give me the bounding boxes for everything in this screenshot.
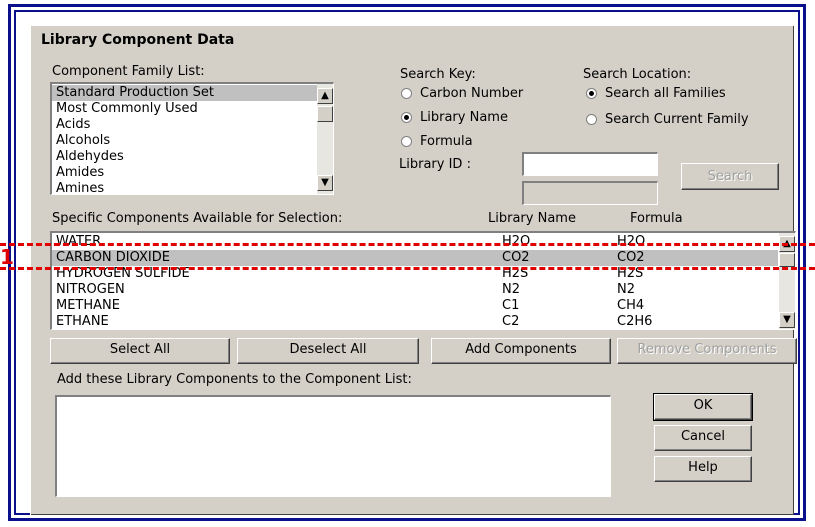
component-library: N2 [502, 282, 520, 297]
scroll-down-icon[interactable]: ▼ [779, 312, 795, 328]
search-location-label: Search Location: [583, 67, 692, 82]
family-list-item[interactable]: Amides [52, 165, 333, 181]
component-name: WATER [56, 234, 102, 249]
radio-circle-icon[interactable] [401, 88, 412, 99]
component-library: CO2 [502, 250, 530, 265]
radio-label: Search all Families [605, 86, 726, 101]
components-label: Specific Components Available for Select… [52, 211, 343, 226]
cancel-button[interactable]: Cancel [654, 425, 752, 451]
family-list-item[interactable]: Aldehydes [52, 149, 333, 165]
component-formula: H2O [617, 234, 646, 249]
add-list-label: Add these Library Components to the Comp… [57, 372, 412, 387]
radio-label: Library Name [420, 110, 508, 125]
component-formula: C2H6 [617, 314, 653, 329]
component-formula: N2 [617, 282, 635, 297]
col-formula: Formula [630, 211, 683, 226]
family-list-item[interactable]: Acids [52, 117, 333, 133]
components-scrollbar[interactable]: ▲ ▼ [779, 233, 795, 329]
family-list-item[interactable]: Amines [52, 181, 333, 194]
annotation-number: 1 [0, 245, 14, 269]
scroll-up-icon[interactable]: ▲ [317, 88, 333, 104]
component-row[interactable]: CARBON DIOXIDE CO2 CO2 [52, 250, 778, 266]
scroll-down-icon[interactable]: ▼ [317, 175, 333, 191]
radio-circle-icon[interactable] [586, 114, 597, 125]
ok-button[interactable]: OK [653, 393, 753, 421]
library-id-secondary-field [522, 181, 658, 205]
radio-label: Formula [420, 134, 473, 149]
search-button[interactable]: Search [681, 163, 779, 190]
library-id-label: Library ID : [399, 157, 471, 172]
search-key-radio-carbon-number[interactable]: Carbon Number [401, 86, 523, 101]
search-location-radio-search-current-family[interactable]: Search Current Family [586, 112, 749, 127]
radio-label: Carbon Number [420, 86, 524, 101]
family-list-item[interactable]: Alcohols [52, 133, 333, 149]
component-library: C1 [502, 298, 520, 313]
family-list-item[interactable]: Most Commonly Used [52, 101, 333, 117]
component-name: NITROGEN [56, 282, 125, 297]
scroll-thumb[interactable] [779, 253, 795, 267]
annotation-dash-bottom [0, 267, 815, 270]
deselect-all-button[interactable]: Deselect All [237, 338, 419, 364]
component-library: C2 [502, 314, 520, 329]
help-button[interactable]: Help [654, 456, 752, 482]
search-key-label: Search Key: [400, 67, 476, 82]
component-formula: CO2 [617, 250, 645, 265]
select-all-button[interactable]: Select All [50, 338, 230, 364]
col-library-name: Library Name [488, 211, 576, 226]
add-components-button[interactable]: Add Components [431, 338, 611, 364]
component-row[interactable]: METHANE C1 CH4 [52, 298, 778, 314]
family-scrollbar[interactable]: ▲ ▼ [317, 84, 333, 194]
family-listbox[interactable]: Standard Production Set Most Commonly Use… [50, 82, 334, 195]
library-id-input[interactable] [522, 152, 658, 176]
search-key-radio-formula[interactable]: Formula [401, 134, 473, 149]
family-items: Standard Production Set Most Commonly Use… [52, 84, 333, 194]
component-row[interactable]: ETHANE C2 C2H6 [52, 314, 778, 329]
annotation-dash-top [0, 243, 815, 246]
remove-components-button[interactable]: Remove Components [617, 338, 797, 364]
radio-circle-icon[interactable] [586, 88, 597, 99]
component-row[interactable]: NITROGEN N2 N2 [52, 282, 778, 298]
scroll-thumb[interactable] [317, 106, 333, 122]
add-components-listbox[interactable] [55, 395, 611, 497]
component-rows: WATER H2O H2O CARBON DIOXIDE CO2 CO2 HYDROGEN … [52, 233, 795, 329]
dialog-title: Library Component Data [41, 32, 235, 48]
family-list-item[interactable]: Standard Production Set [52, 85, 333, 101]
radio-circle-icon[interactable] [401, 136, 412, 147]
component-row[interactable]: WATER H2O H2O [52, 234, 778, 250]
component-name: ETHANE [56, 314, 109, 329]
component-library: H2O [502, 234, 531, 249]
search-location-radio-search-all-families[interactable]: Search all Families [586, 86, 726, 101]
family-list-label: Component Family List: [52, 64, 205, 79]
component-formula: CH4 [617, 298, 645, 313]
search-key-radio-library-name[interactable]: Library Name [401, 110, 508, 125]
component-name: CARBON DIOXIDE [56, 250, 170, 265]
radio-label: Search Current Family [605, 112, 749, 127]
component-name: METHANE [56, 298, 120, 313]
radio-circle-icon[interactable] [401, 112, 412, 123]
